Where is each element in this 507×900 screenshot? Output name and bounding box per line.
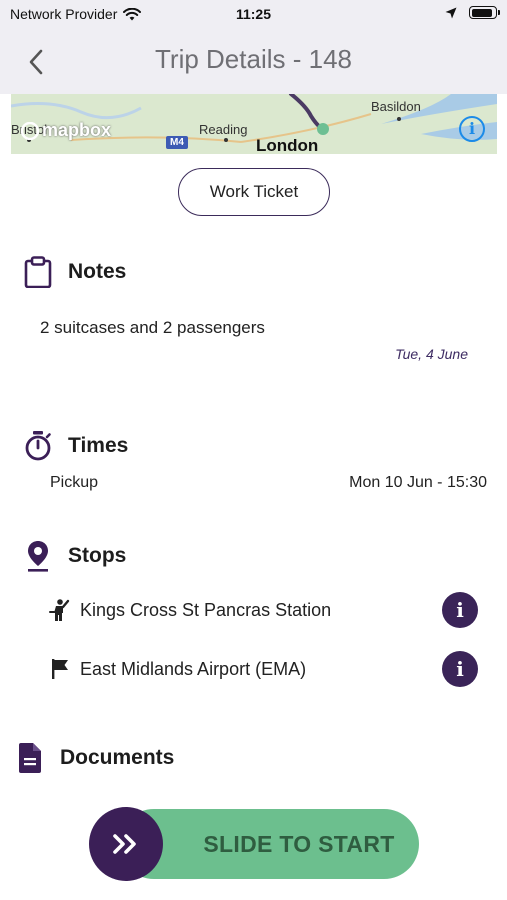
clipboard-icon <box>22 256 54 288</box>
nav-bar: Trip Details - 148 <box>0 28 507 94</box>
map-label-basildon: Basildon <box>371 99 421 114</box>
slider-track[interactable]: SLIDE TO START <box>119 809 419 879</box>
stop-name: Kings Cross St Pancras Station <box>80 599 332 620</box>
notes-date: Tue, 4 June <box>395 346 468 362</box>
map-pin-icon <box>22 540 54 572</box>
stop-info-button[interactable]: i <box>442 651 478 687</box>
mapbox-logo-icon <box>21 121 39 140</box>
document-icon <box>14 742 46 774</box>
stops-header: Stops <box>22 540 126 572</box>
person-hailing-icon <box>48 598 72 622</box>
double-chevron-right-icon <box>113 834 136 854</box>
page-title: Trip Details - 148 <box>155 44 352 74</box>
status-right-group <box>445 6 500 19</box>
stop-name: East Midlands Airport (EMA) <box>80 658 307 679</box>
battery-level <box>471 8 493 17</box>
notes-heading: Notes <box>68 260 127 283</box>
location-arrow-icon <box>445 7 457 18</box>
map-m4-shield: M4 <box>166 136 188 149</box>
route-map[interactable]: Basildon Reading London Bristol M4 mapbo… <box>11 94 497 154</box>
status-bar: Network Provider 11:25 <box>0 0 507 28</box>
mapbox-logo: mapbox <box>21 120 111 141</box>
map-label-london: London <box>256 136 319 154</box>
flag-icon <box>48 657 72 681</box>
notes-header: Notes <box>22 256 126 288</box>
battery-icon <box>469 6 500 19</box>
work-ticket-button[interactable]: Work Ticket <box>178 168 330 216</box>
slider-handle[interactable] <box>89 807 163 881</box>
map-label-reading: Reading <box>199 122 248 137</box>
map-info-icon[interactable]: i <box>459 116 485 142</box>
slider-label: SLIDE TO START <box>203 830 395 857</box>
stopwatch-icon <box>22 430 54 462</box>
documents-heading: Documents <box>60 746 175 769</box>
mapbox-logo-text: mapbox <box>42 120 112 140</box>
stop-info-button[interactable]: i <box>442 592 478 628</box>
status-time: 11:25 <box>235 6 272 22</box>
stops-heading: Stops <box>68 544 127 567</box>
stop-row[interactable]: East Midlands Airport (EMA) i <box>48 649 478 689</box>
pickup-label: Pickup <box>50 474 99 491</box>
times-heading: Times <box>68 434 129 457</box>
times-header: Times <box>22 430 128 462</box>
documents-header: Documents <box>14 742 174 774</box>
notes-text: 2 suitcases and 2 passengers <box>40 318 265 337</box>
pickup-value: Mon 10 Jun - 15:30 <box>349 474 487 491</box>
slide-to-start[interactable]: SLIDE TO START <box>89 807 419 881</box>
stop-row[interactable]: Kings Cross St Pancras Station i <box>48 590 478 630</box>
